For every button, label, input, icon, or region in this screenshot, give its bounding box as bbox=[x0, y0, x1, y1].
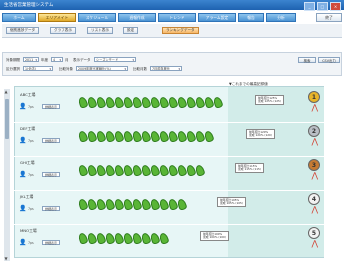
staff-count: 7ps bbox=[28, 105, 34, 109]
factory-name: ABC工場 bbox=[20, 92, 36, 97]
display-data-label: 表示データ bbox=[73, 58, 91, 62]
ranking-row: DEF工場 👤 7ps 詳細表示 前年度比120% 達成 120% (120) … bbox=[14, 123, 324, 157]
achievement-callout: 前年度比105% 達成 105% (105) bbox=[217, 197, 246, 208]
exit-button[interactable]: 終了 bbox=[316, 13, 342, 22]
callout-line: 達成 120% (120) bbox=[249, 133, 272, 138]
minimize-button[interactable]: _ bbox=[304, 1, 315, 11]
ranking-row: GHI工場 👤 7ps 詳細表示 前年度比115% 達成 115% (115) … bbox=[14, 157, 324, 191]
list-view-button[interactable]: リスト表示 bbox=[87, 27, 113, 34]
factory-name: DEF工場 bbox=[20, 126, 36, 131]
tab-area-mate[interactable]: エリアメイト bbox=[38, 13, 76, 22]
person-icon: 👤 bbox=[19, 137, 27, 144]
rank-medal-icon: 1 bbox=[308, 91, 320, 103]
person-icon: 👤 bbox=[19, 171, 27, 178]
ribbon-icon: ⋀ bbox=[311, 239, 318, 248]
scroll-thumb[interactable] bbox=[5, 99, 9, 139]
compare-select[interactable]: 2009年度比実績比(%) bbox=[76, 66, 128, 71]
scroll-up-icon[interactable]: ▲ bbox=[5, 89, 8, 94]
leaf-bar bbox=[77, 163, 206, 178]
maximize-button[interactable]: □ bbox=[317, 1, 328, 11]
callout-line: 達成 125% (125) bbox=[258, 99, 281, 104]
ribbon-icon: ⋀ bbox=[311, 205, 318, 214]
period-label: 対象期間 bbox=[6, 58, 20, 62]
rank-medal-icon: 3 bbox=[308, 159, 320, 171]
scroll-down-icon[interactable]: ▼ bbox=[5, 256, 8, 261]
rank-medal-icon: 2 bbox=[308, 125, 320, 137]
rank-medal-icon: 4 bbox=[308, 193, 320, 205]
year-unit: 年度 bbox=[41, 58, 48, 62]
compare-label: 比較対象 bbox=[59, 67, 73, 71]
individual-progress-button[interactable]: 個別進捗データ bbox=[6, 27, 40, 34]
record-marker-label: ▼これまでの最高記録値 bbox=[229, 82, 268, 86]
factory-name: JKL工場 bbox=[20, 194, 34, 199]
sub-toolbar: 個別進捗データ グラフ表示 リスト表示 設定 ランキングデータ bbox=[2, 24, 342, 38]
detail-button[interactable]: 詳細表示 bbox=[42, 104, 61, 109]
factory-name: GHI工場 bbox=[20, 160, 35, 165]
rank-medal-icon: 5 bbox=[308, 227, 320, 239]
person-icon: 👤 bbox=[19, 205, 27, 212]
callout-line: 達成 115% (115) bbox=[238, 167, 261, 172]
tab-analysis[interactable]: 分析 bbox=[266, 13, 296, 22]
leaf-bar bbox=[77, 197, 188, 212]
tab-home[interactable]: ホーム bbox=[2, 13, 36, 22]
callout-line: 達成 100% (100) bbox=[203, 235, 226, 240]
tab-alarm[interactable]: アラーム設定 bbox=[198, 13, 236, 22]
ranking-data-button[interactable]: ランキングデータ bbox=[162, 27, 199, 34]
display-data-select[interactable]: シーズンモード bbox=[94, 57, 136, 62]
detail-button[interactable]: 詳細表示 bbox=[42, 240, 61, 245]
leaf-bar bbox=[77, 95, 224, 110]
leaf-icon bbox=[176, 197, 188, 212]
month-select[interactable]: 4 bbox=[51, 57, 63, 62]
graph-view-button[interactable]: グラフ表示 bbox=[50, 27, 76, 34]
window-controls: _ □ × bbox=[304, 1, 341, 11]
detail-button[interactable]: 詳細表示 bbox=[42, 206, 61, 211]
leaf-icon bbox=[158, 231, 170, 246]
staff-count: 7ps bbox=[28, 139, 34, 143]
close-button[interactable]: × bbox=[330, 1, 341, 11]
months-select[interactable]: 7月前年度比 bbox=[150, 66, 182, 71]
factory-name: MNO工場 bbox=[20, 228, 37, 233]
year-select[interactable]: 2011 bbox=[23, 57, 39, 62]
person-icon: 👤 bbox=[19, 239, 27, 246]
tab-trend[interactable]: トレンド bbox=[158, 13, 196, 22]
settings-button[interactable]: 設定 bbox=[123, 27, 139, 34]
tab-weekly-report[interactable]: 週報作成 bbox=[118, 13, 156, 22]
achievement-callout: 前年度比125% 達成 125% (125) bbox=[255, 95, 284, 106]
category-label: 区分選択 bbox=[6, 67, 20, 71]
person-icon: 👤 bbox=[19, 103, 27, 110]
month-unit: 月 bbox=[65, 58, 69, 62]
leaf-bar bbox=[77, 129, 215, 144]
achievement-callout: 前年度比120% 達成 120% (120) bbox=[246, 129, 275, 140]
tab-schedule[interactable]: スケジュール bbox=[78, 13, 116, 22]
leaf-bar bbox=[77, 231, 170, 246]
detail-button[interactable]: 詳細表示 bbox=[42, 138, 61, 143]
ribbon-icon: ⋀ bbox=[311, 137, 318, 146]
leaf-icon bbox=[194, 163, 206, 178]
callout-line: 達成 105% (105) bbox=[220, 201, 243, 206]
staff-count: 7ps bbox=[28, 241, 34, 245]
detail-button[interactable]: 詳細表示 bbox=[42, 172, 61, 177]
months-label: 比較月数 bbox=[133, 67, 147, 71]
vertical-scrollbar[interactable]: ▲ ▼ bbox=[4, 89, 10, 261]
main-nav: ホーム エリアメイト スケジュール 週報作成 トレンド アラーム設定 報告 分析… bbox=[2, 13, 342, 22]
achievement-callout: 前年度比115% 達成 115% (115) bbox=[235, 163, 264, 174]
achievement-callout: 前年度比100% 達成 100% (100) bbox=[200, 231, 229, 242]
tab-report[interactable]: 報告 bbox=[238, 13, 264, 22]
ribbon-icon: ⋀ bbox=[311, 171, 318, 180]
ranking-row: JKL工場 👤 7ps 詳細表示 前年度比105% 達成 105% (105) … bbox=[14, 191, 324, 225]
category-select[interactable]: 1(全店) bbox=[23, 66, 53, 71]
leaf-icon bbox=[212, 95, 224, 110]
csv-export-button[interactable]: CSV出力 bbox=[318, 57, 340, 63]
staff-count: 7ps bbox=[28, 173, 34, 177]
filter-panel: 対象期間 2011 年度 4 月 表示データ シーズンモード 区分選択 1(全店… bbox=[2, 52, 342, 76]
ranking-row: MNO工場 👤 7ps 詳細表示 前年度比100% 達成 100% (100) … bbox=[14, 225, 324, 259]
search-button[interactable]: 検索 bbox=[298, 57, 316, 63]
leaf-icon bbox=[203, 129, 215, 144]
staff-count: 7ps bbox=[28, 207, 34, 211]
window-title: 生活省営業管理システム bbox=[4, 3, 54, 8]
title-bar: 生活省営業管理システム _ □ × bbox=[0, 0, 344, 11]
ranking-row: ABC工場 👤 7ps 詳細表示 前年度比125% 達成 125% (125) … bbox=[14, 89, 324, 123]
ribbon-icon: ⋀ bbox=[311, 103, 318, 112]
